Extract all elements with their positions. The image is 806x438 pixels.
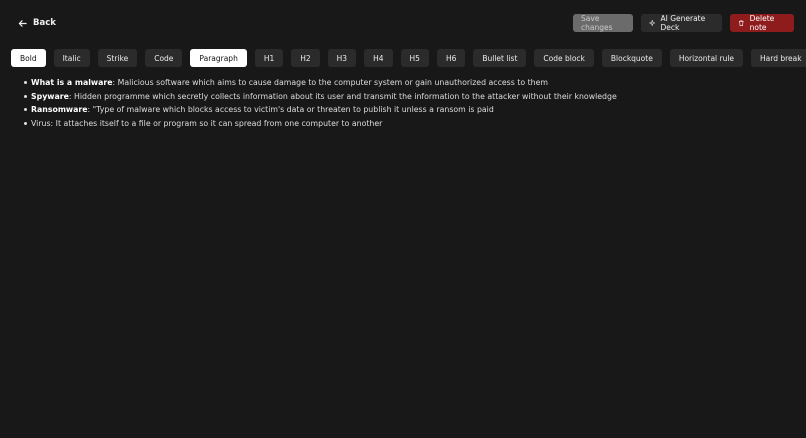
toolbar-strike-button[interactable]: Strike xyxy=(97,49,138,67)
list-item-text: : Hidden programme which secretly collec… xyxy=(68,91,617,101)
save-changes-button[interactable]: Save changes xyxy=(573,14,633,32)
toolbar-h4-button[interactable]: H4 xyxy=(364,49,393,67)
ai-generate-deck-button[interactable]: AI Generate Deck xyxy=(641,14,722,32)
toolbar-h5-button[interactable]: H5 xyxy=(400,49,429,67)
list-item-term: Ransomware xyxy=(31,105,88,115)
save-changes-label: Save changes xyxy=(581,14,613,32)
note-editor[interactable]: What is a malware: Malicious software wh… xyxy=(22,76,792,130)
toolbar-h6-button[interactable]: H6 xyxy=(436,49,466,67)
list-item-text: : "Type of malware which blocks access t… xyxy=(87,105,494,115)
list-item-text: : Malicious software which aims to cause… xyxy=(112,78,548,87)
list-item: Ransomware: "Type of malware which block… xyxy=(24,103,792,117)
list-item: Virus: It attaches itself to a file or p… xyxy=(24,117,792,131)
toolbar-h2-button[interactable]: H2 xyxy=(291,49,320,67)
trash-icon xyxy=(738,20,744,26)
toolbar-bold-button[interactable]: Bold xyxy=(11,49,46,67)
toolbar-h1-button[interactable]: H1 xyxy=(254,49,284,67)
back-label: Back xyxy=(33,18,56,28)
toolbar-code-button[interactable]: Code xyxy=(145,49,183,67)
toolbar-bullet-list-button[interactable]: Bullet list xyxy=(473,49,527,67)
ai-generate-deck-label: AI Generate Deck xyxy=(660,14,706,32)
delete-note-button[interactable]: Delete note xyxy=(730,14,794,32)
toolbar-hard-break-button[interactable]: Hard break xyxy=(751,49,806,67)
toolbar-code-block-button[interactable]: Code block xyxy=(534,49,594,67)
toolbar-h3-button[interactable]: H3 xyxy=(327,49,357,67)
list-item: Spyware: Hidden programme which secretly… xyxy=(24,90,792,104)
delete-note-label: Delete note xyxy=(749,14,775,32)
header-actions: Save changes AI Generate Deck Delete not… xyxy=(573,14,794,32)
bullet-list: What is a malware: Malicious software wh… xyxy=(22,76,792,130)
toolbar-paragraph-button[interactable]: Paragraph xyxy=(190,49,247,67)
arrow-left-icon xyxy=(18,19,27,27)
list-item: What is a malware: Malicious software wh… xyxy=(24,76,792,90)
list-item-term: Spyware xyxy=(31,91,69,101)
toolbar-horizontal-rule-button[interactable]: Horizontal rule xyxy=(669,49,744,67)
toolbar-italic-button[interactable]: Italic xyxy=(53,49,90,67)
back-button[interactable]: Back xyxy=(18,15,56,31)
list-item-term: What is a malware xyxy=(31,78,113,87)
list-item-text: Virus: It attaches itself to a file or p… xyxy=(31,118,383,128)
toolbar-blockquote-button[interactable]: Blockquote xyxy=(601,49,662,67)
top-bar: Back Save changes AI Generate Deck Delet… xyxy=(0,0,806,46)
format-toolbar: Bold Italic Strike Code Paragraph H1 H2 … xyxy=(11,49,806,67)
sparkle-icon xyxy=(649,19,656,27)
